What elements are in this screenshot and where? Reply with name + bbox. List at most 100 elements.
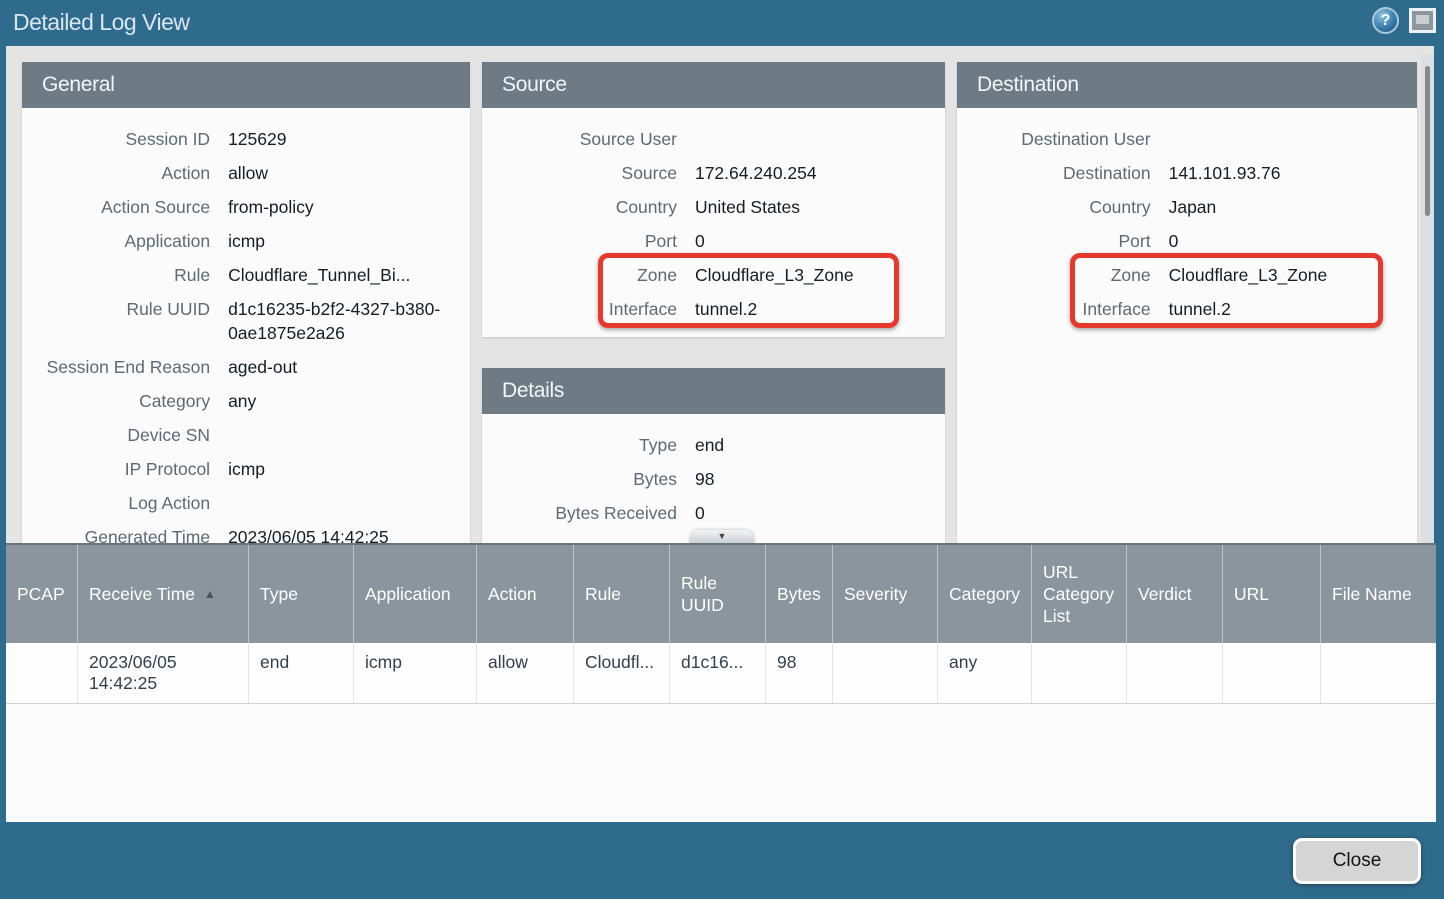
field-label: Session End Reason xyxy=(22,355,228,379)
field-row-action: Actionallow xyxy=(22,156,470,190)
field-label: Bytes xyxy=(482,467,695,491)
field-row-type: Typeend xyxy=(482,428,945,462)
field-value: tunnel.2 xyxy=(695,297,945,321)
field-value: 172.64.240.254 xyxy=(695,161,945,185)
cell-application: icmp xyxy=(354,643,477,703)
field-row-source: Source172.64.240.254 xyxy=(482,156,945,190)
destination-panel-title: Destination xyxy=(957,62,1417,108)
field-row-log-action: Log Action xyxy=(22,486,470,520)
field-value: from-policy xyxy=(228,195,470,219)
source-panel: Source Source User Source172.64.240.254 … xyxy=(482,62,945,337)
help-icon[interactable]: ? xyxy=(1372,7,1399,34)
field-value: United States xyxy=(695,195,945,219)
column-header-application[interactable]: Application xyxy=(354,545,477,643)
column-header-rule-uuid[interactable]: Rule UUID xyxy=(670,545,766,643)
field-label: Type xyxy=(482,433,695,457)
field-label: Bytes Received xyxy=(482,501,695,525)
field-label: Port xyxy=(482,229,695,253)
field-row-category: Categoryany xyxy=(22,384,470,418)
column-header-category[interactable]: Category xyxy=(938,545,1032,643)
column-header-url-category-list[interactable]: URL Category List xyxy=(1032,545,1127,643)
panels-scrollbar-track[interactable] xyxy=(1421,54,1434,543)
panel-splitter-handle[interactable]: ▼ xyxy=(690,530,754,543)
column-header-receive-time[interactable]: Receive Time▲ xyxy=(78,545,249,643)
column-label: Receive Time xyxy=(89,583,195,605)
field-label: Category xyxy=(22,389,228,413)
column-header-type[interactable]: Type xyxy=(249,545,354,643)
cell-url xyxy=(1223,643,1321,703)
window-restore-icon[interactable] xyxy=(1409,8,1436,33)
field-label: Source xyxy=(482,161,695,185)
field-row-session-end-reason: Session End Reasonaged-out xyxy=(22,350,470,384)
field-row-device-sn: Device SN xyxy=(22,418,470,452)
title-bar: Detailed Log View ? xyxy=(0,0,1444,46)
detailed-log-view-dialog: Detailed Log View ? General Session ID12… xyxy=(0,0,1444,899)
field-label: Country xyxy=(957,195,1169,219)
field-value: d1c16235-b2f2-4327-b380-0ae1875e2a26 xyxy=(228,297,470,345)
field-value xyxy=(228,491,470,515)
column-label: File Name xyxy=(1332,583,1412,605)
column-header-bytes[interactable]: Bytes xyxy=(766,545,833,643)
field-value: icmp xyxy=(228,229,470,253)
destination-panel-body: Destination User Destination141.101.93.7… xyxy=(957,108,1417,326)
field-label: Zone xyxy=(482,263,695,287)
field-label: Port xyxy=(957,229,1169,253)
column-header-url[interactable]: URL xyxy=(1223,545,1321,643)
field-value: 141.101.93.76 xyxy=(1169,161,1417,185)
column-header-severity[interactable]: Severity xyxy=(833,545,938,643)
field-row-port: Port0 xyxy=(482,224,945,258)
field-label: Application xyxy=(22,229,228,253)
field-value: allow xyxy=(228,161,470,185)
cell-receive-time: 2023/06/05 14:42:25 xyxy=(78,643,249,703)
column-label: URL Category List xyxy=(1043,561,1115,627)
cell-url-category-list xyxy=(1032,643,1127,703)
dialog-title: Detailed Log View xyxy=(13,9,189,36)
field-value: 125629 xyxy=(228,127,470,151)
column-header-file-name[interactable]: File Name xyxy=(1321,545,1436,643)
cell-rule: Cloudfl... xyxy=(574,643,670,703)
general-panel: General Session ID125629 Actionallow Act… xyxy=(22,62,470,543)
field-row-zone: ZoneCloudflare_L3_Zone xyxy=(957,258,1417,292)
field-value: Japan xyxy=(1169,195,1417,219)
panels-scrollbar-thumb[interactable] xyxy=(1425,66,1430,216)
field-label: Rule UUID xyxy=(22,297,228,345)
field-row-application: Applicationicmp xyxy=(22,224,470,258)
field-label: Zone xyxy=(957,263,1169,287)
field-label: Destination User xyxy=(957,127,1169,151)
column-label: URL xyxy=(1234,583,1269,605)
field-value xyxy=(228,423,470,447)
column-label: PCAP xyxy=(17,583,65,605)
column-header-pcap[interactable]: PCAP xyxy=(6,545,78,643)
window-restore-icon-inner xyxy=(1416,15,1429,24)
field-value xyxy=(695,127,945,151)
field-value: 2023/06/05 14:42:25 xyxy=(228,525,470,543)
close-button[interactable]: Close xyxy=(1293,838,1421,884)
field-value: icmp xyxy=(228,457,470,481)
field-label: Log Action xyxy=(22,491,228,515)
field-value xyxy=(1169,127,1417,151)
field-label: Session ID xyxy=(22,127,228,151)
column-header-verdict[interactable]: Verdict xyxy=(1127,545,1223,643)
column-header-rule[interactable]: Rule xyxy=(574,545,670,643)
field-value: 0 xyxy=(695,501,945,525)
column-label: Verdict xyxy=(1138,583,1192,605)
field-row-country: CountryUnited States xyxy=(482,190,945,224)
field-label: Action Source xyxy=(22,195,228,219)
field-row-source-user: Source User xyxy=(482,122,945,156)
field-row-zone: ZoneCloudflare_L3_Zone xyxy=(482,258,945,292)
field-row-interface: Interfacetunnel.2 xyxy=(957,292,1417,326)
details-panel-body: Typeend Bytes98 Bytes Received0 xyxy=(482,414,945,530)
field-value: Cloudflare_Tunnel_Bi... xyxy=(228,263,470,287)
field-row-generated-time: Generated Time2023/06/05 14:42:25 xyxy=(22,520,470,543)
log-table-row[interactable]: 2023/06/05 14:42:25 end icmp allow Cloud… xyxy=(6,643,1436,704)
cell-type: end xyxy=(249,643,354,703)
field-row-port: Port0 xyxy=(957,224,1417,258)
log-table: PCAP Receive Time▲ Type Application Acti… xyxy=(6,543,1436,822)
cell-pcap xyxy=(6,643,78,703)
field-label: Source User xyxy=(482,127,695,151)
details-panel-title: Details xyxy=(482,368,945,414)
field-row-destination: Destination141.101.93.76 xyxy=(957,156,1417,190)
destination-panel: Destination Destination User Destination… xyxy=(957,62,1417,543)
column-header-action[interactable]: Action xyxy=(477,545,574,643)
field-label: IP Protocol xyxy=(22,457,228,481)
